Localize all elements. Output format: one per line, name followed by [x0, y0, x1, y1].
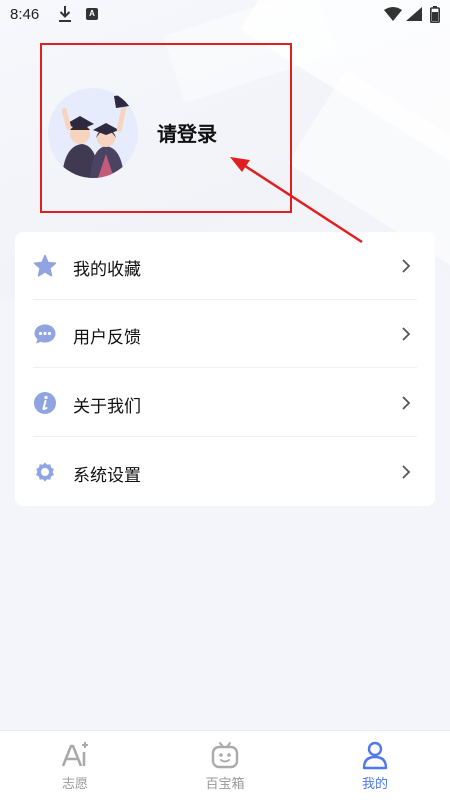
chevron-right-icon	[402, 396, 411, 410]
login-prompt[interactable]: 请登录	[157, 118, 217, 147]
avatar[interactable]	[48, 88, 138, 178]
menu-item-feedback[interactable]: 用户反馈	[15, 300, 435, 368]
graduates-avatar-icon	[48, 88, 138, 178]
menu-item-label: 我的收藏	[73, 260, 141, 279]
signal-icon	[406, 7, 422, 21]
chevron-right-icon	[402, 327, 411, 341]
chevron-right-icon	[402, 259, 411, 273]
gear-icon	[36, 462, 54, 482]
menu-item-label: 系统设置	[73, 466, 141, 485]
chat-bubble-icon	[34, 324, 56, 344]
battery-icon	[430, 6, 440, 23]
divider	[33, 436, 417, 437]
menu-item-about[interactable]: 关于我们	[15, 369, 435, 437]
star-icon	[33, 254, 57, 277]
divider	[33, 367, 417, 368]
annotation-arrow	[230, 157, 363, 244]
menu-item-label: 用户反馈	[73, 328, 141, 347]
bottom-tab-bar: 志愿 百宝箱 我的	[0, 730, 450, 800]
chevron-right-icon	[402, 465, 411, 479]
robot-box-icon	[211, 742, 239, 769]
tab-volunteer[interactable]: 志愿	[0, 731, 150, 800]
status-time: 8:46	[10, 6, 40, 23]
menu-item-label: 关于我们	[73, 397, 141, 416]
person-icon	[362, 741, 388, 770]
tab-mine[interactable]: 我的	[300, 731, 450, 800]
tab-label: 我的	[361, 776, 388, 791]
menu-card: 我的收藏 用户反馈 关于我们 系统设置	[15, 232, 435, 506]
info-icon	[34, 392, 56, 414]
tab-toolbox[interactable]: 百宝箱	[150, 731, 300, 800]
ai-icon	[61, 742, 88, 767]
notification-a-icon: A	[86, 8, 98, 20]
tab-label: 百宝箱	[205, 776, 245, 791]
status-bar: 8:46 A	[0, 0, 450, 30]
download-icon	[59, 6, 71, 22]
tab-label: 志愿	[61, 776, 88, 791]
wifi-icon	[384, 7, 402, 21]
menu-item-settings[interactable]: 系统设置	[15, 438, 435, 506]
